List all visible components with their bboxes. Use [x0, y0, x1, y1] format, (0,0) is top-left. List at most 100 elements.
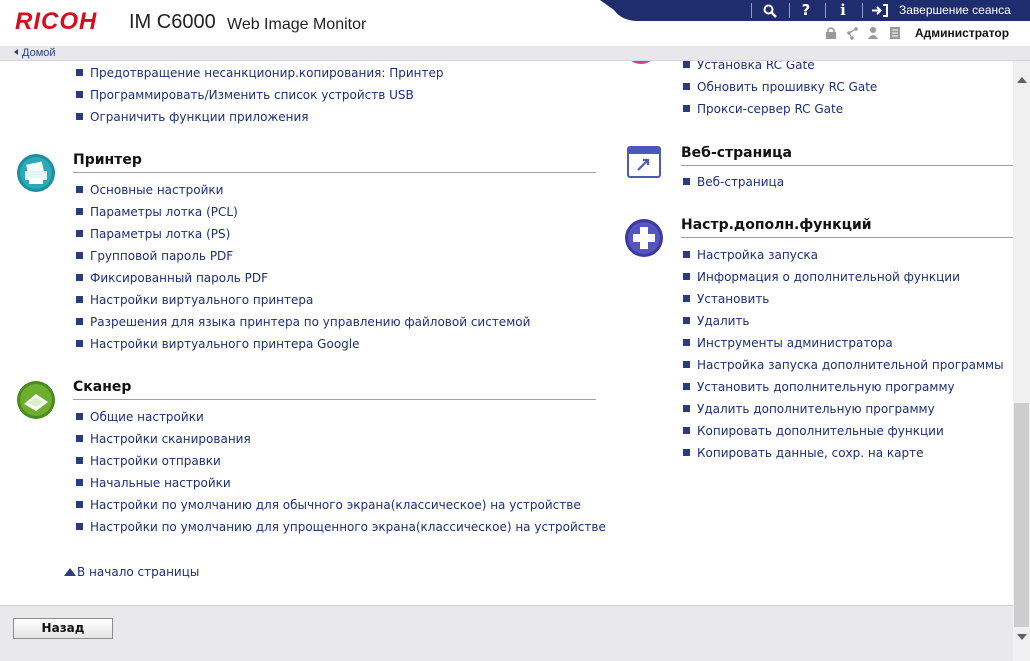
- arrow-up-icon: [64, 568, 76, 576]
- vertical-scrollbar[interactable]: [1013, 61, 1030, 661]
- bullet-icon: [683, 251, 690, 258]
- list-item[interactable]: Настройки отправки: [76, 454, 221, 468]
- breadcrumb: Домой: [0, 46, 1030, 61]
- link-label: Установить: [697, 292, 770, 306]
- bullet-icon: [76, 318, 83, 325]
- list-item[interactable]: Веб-страница: [683, 175, 784, 189]
- scroll-up-icon[interactable]: [1017, 77, 1027, 83]
- bullet-icon: [683, 83, 690, 90]
- bullet-icon: [76, 435, 83, 442]
- document-icon: [890, 27, 900, 39]
- header: RICOH IM C6000 Web Image Monitor ? i Зав…: [0, 0, 1030, 46]
- ricoh-logo: RICOH: [15, 8, 98, 35]
- search-icon[interactable]: [758, 0, 782, 21]
- logout-icon[interactable]: [871, 4, 889, 17]
- network-icon: [847, 27, 858, 40]
- main-content: Предотвращение несанкционир.копирования:…: [0, 61, 1013, 661]
- list-item[interactable]: Обновить прошивку RC Gate: [683, 80, 877, 94]
- list-item[interactable]: Общие настройки: [76, 410, 204, 424]
- link-label: Разрешения для языка принтера по управле…: [90, 315, 531, 329]
- list-item[interactable]: Настройки виртуального принтера: [76, 293, 313, 307]
- link-label: Программировать/Изменить список устройст…: [90, 88, 414, 102]
- list-item[interactable]: Настройки сканирования: [76, 432, 251, 446]
- section-title-scanner: Сканер: [73, 379, 132, 395]
- scroll-down-icon[interactable]: [1017, 634, 1027, 640]
- link-label: Прокси-сервер RC Gate: [697, 102, 844, 116]
- list-item[interactable]: Программировать/Изменить список устройст…: [76, 88, 414, 102]
- list-item[interactable]: Параметры лотка (PCL): [76, 205, 238, 219]
- list-item[interactable]: Копировать дополнительные функции: [683, 424, 944, 438]
- chevron-left-icon: [14, 49, 18, 55]
- bullet-icon: [76, 252, 83, 259]
- link-label: Параметры лотка (PS): [90, 227, 231, 241]
- list-item[interactable]: Прокси-сервер RC Gate: [683, 102, 843, 116]
- list-item[interactable]: Основные настройки: [76, 183, 223, 197]
- link-label: Информация о дополнительной функции: [697, 270, 960, 284]
- list-item[interactable]: Настройки по умолчанию для упрощенного э…: [76, 520, 606, 534]
- lock-icon: [826, 27, 836, 39]
- list-item[interactable]: Фиксированный пароль PDF: [76, 271, 268, 285]
- bullet-icon: [76, 186, 83, 193]
- link-label: Параметры лотка (PCL): [90, 205, 238, 219]
- logout-link[interactable]: Завершение сеанса: [899, 0, 1011, 21]
- link-label: Обновить прошивку RC Gate: [697, 80, 878, 94]
- list-item[interactable]: Разрешения для языка принтера по управле…: [76, 315, 530, 329]
- list-item[interactable]: Ограничить функции приложения: [76, 110, 309, 124]
- list-item[interactable]: Удалить дополнительную программу: [683, 402, 935, 416]
- help-icon[interactable]: ?: [796, 0, 816, 21]
- link-label: Настройки по умолчанию для упрощенного э…: [90, 520, 606, 534]
- bullet-icon: [683, 339, 690, 346]
- section-title-printer: Принтер: [73, 152, 142, 168]
- bullet-icon: [683, 178, 690, 185]
- list-item[interactable]: Начальные настройки: [76, 476, 231, 490]
- scrollbar-thumb[interactable]: [1014, 403, 1029, 627]
- list-item[interactable]: Установка RC Gate: [683, 61, 815, 72]
- divider: [681, 237, 1013, 238]
- user-icon: [868, 27, 878, 39]
- extended-features-icon: [625, 219, 663, 257]
- link-label: Настройки по умолчанию для обычного экра…: [90, 498, 581, 512]
- info-icon[interactable]: i: [833, 0, 853, 21]
- list-item[interactable]: Установить: [683, 292, 769, 306]
- user-role: Администратор: [915, 26, 1010, 40]
- device-model: IM C6000: [129, 11, 216, 33]
- link-label: Установить дополнительную программу: [697, 380, 955, 394]
- bullet-icon: [76, 340, 83, 347]
- bullet-icon: [76, 274, 83, 281]
- link-label: Установка RC Gate: [697, 61, 815, 72]
- bullet-icon: [683, 105, 690, 112]
- list-item[interactable]: Параметры лотка (PS): [76, 227, 230, 241]
- divider: [73, 172, 596, 173]
- link-label: Настройка запуска: [697, 248, 819, 262]
- bullet-icon: [76, 208, 83, 215]
- back-to-top-link[interactable]: В начало страницы: [64, 565, 199, 579]
- list-item[interactable]: Информация о дополнительной функции: [683, 270, 960, 284]
- list-item[interactable]: Настройка запуска дополнительной програм…: [683, 358, 1004, 372]
- link-label: Фиксированный пароль PDF: [90, 271, 269, 285]
- list-item[interactable]: Копировать данные, сохр. на карте: [683, 446, 924, 460]
- list-item[interactable]: Настройки по умолчанию для обычного экра…: [76, 498, 581, 512]
- link-label: Копировать дополнительные функции: [697, 424, 944, 438]
- toolbar-separator: [789, 3, 790, 18]
- list-item[interactable]: Настройки виртуального принтера Google: [76, 337, 360, 351]
- list-item[interactable]: Установить дополнительную программу: [683, 380, 955, 394]
- list-item[interactable]: Инструменты администратора: [683, 336, 893, 350]
- home-link[interactable]: Домой: [14, 46, 56, 61]
- list-item[interactable]: Групповой пароль PDF: [76, 249, 233, 263]
- list-item[interactable]: Предотвращение несанкционир.копирования:…: [76, 66, 444, 80]
- divider: [681, 165, 1013, 166]
- list-item[interactable]: Настройка запуска: [683, 248, 818, 262]
- bullet-icon: [683, 295, 690, 302]
- link-label: Инструменты администратора: [697, 336, 893, 350]
- list-item[interactable]: Удалить: [683, 314, 750, 328]
- bullet-icon: [683, 317, 690, 324]
- link-label: Настройка запуска дополнительной програм…: [697, 358, 1004, 372]
- bullet-icon: [76, 523, 83, 530]
- bullet-icon: [76, 230, 83, 237]
- link-label: Основные настройки: [90, 183, 224, 197]
- section-title-extended: Настр.дополн.функций: [681, 217, 872, 233]
- bullet-icon: [683, 383, 690, 390]
- link-label: Настройки виртуального принтера: [90, 293, 314, 307]
- back-button[interactable]: Назад: [13, 618, 113, 639]
- app-title: Web Image Monitor: [227, 16, 367, 33]
